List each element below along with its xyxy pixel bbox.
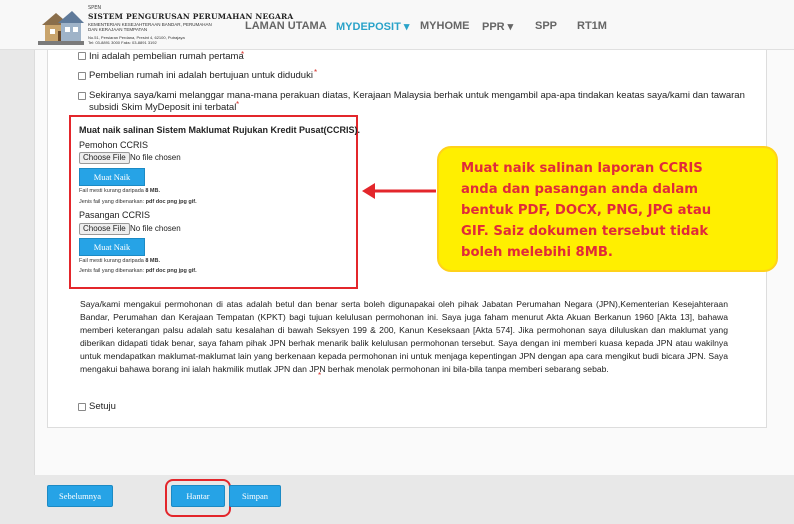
- type-note-value: pdf doc png jpg gif.: [145, 268, 197, 274]
- type-note-text: Jenis fail yang dibenarkan:: [79, 268, 145, 274]
- pemohon-upload-button[interactable]: Muat Naik: [79, 168, 145, 186]
- required-marker: *: [236, 100, 240, 109]
- pemohon-ccris-label: Pemohon CCRIS: [79, 140, 149, 150]
- left-arrow-icon: [358, 179, 436, 203]
- pasangan-size-note: Fail mesti kurang daripada 8 MB.: [79, 258, 160, 264]
- occupy-home-checkbox[interactable]: [78, 72, 86, 80]
- top-navbar: SPEN SISTEM PENGURUSAN PERUMAHAN NEGARA …: [0, 0, 794, 50]
- callout-line-5: boleh melebihi 8MB.: [461, 245, 613, 260]
- first-home-label: Ini adalah pembelian rumah pertama: [89, 51, 244, 62]
- type-note-text: Jenis fail yang dibenarkan:: [79, 199, 145, 205]
- occupy-home-label: Pembelian rumah ini adalah bertujuan unt…: [89, 70, 313, 81]
- violation-agreement-checkbox[interactable]: [78, 92, 86, 100]
- save-button[interactable]: Simpan: [229, 485, 281, 507]
- submit-button[interactable]: Hantar: [171, 485, 225, 507]
- type-note-value: pdf doc png jpg gif.: [145, 199, 197, 205]
- required-marker: *: [318, 371, 322, 380]
- nav-rt1m[interactable]: RT1M: [577, 20, 607, 32]
- pasangan-type-note: Jenis fail yang dibenarkan: pdf doc png …: [79, 268, 197, 274]
- violation-agreement-line1: Sekiranya saya/kami melanggar mana-mana …: [89, 90, 745, 101]
- nav-laman-utama[interactable]: LAMAN UTAMA: [245, 20, 327, 32]
- pemohon-choose-file-button[interactable]: Choose File: [79, 152, 130, 164]
- size-note-text: Fail mesti kurang daripada: [79, 258, 144, 264]
- pasangan-no-file-text: No file chosen: [130, 224, 181, 233]
- nav-mydeposit-dropdown[interactable]: MYDEPOSIT ▾: [336, 20, 409, 33]
- logo-subtitle-2: DAN KERAJAAN TEMPATAN: [88, 27, 148, 32]
- callout-line-3: bentuk PDF, DOCX, PNG, JPG atau: [461, 203, 712, 218]
- nav-spp[interactable]: SPP: [535, 20, 557, 32]
- spen-logo[interactable]: SPEN SISTEM PENGURUSAN PERUMAHAN NEGARA …: [38, 5, 293, 45]
- callout-line-2: anda dan pasangan anda dalam: [461, 182, 699, 197]
- nav-ppr-dropdown[interactable]: PPR ▾: [482, 20, 513, 33]
- previous-button[interactable]: Sebelumnya: [47, 485, 113, 507]
- agree-label: Setuju: [89, 401, 116, 412]
- pasangan-ccris-label: Pasangan CCRIS: [79, 210, 151, 220]
- pemohon-no-file-text: No file chosen: [130, 153, 181, 162]
- required-marker: *: [241, 50, 245, 59]
- first-home-checkbox[interactable]: [78, 52, 86, 60]
- logo-phone: Tel: 03-8891 3000 Faks: 03-8891 3192: [88, 40, 157, 45]
- upload-instruction-callout: Muat naik salinan laporan CCRIS anda dan…: [437, 146, 778, 272]
- size-note-value: 8 MB.: [145, 188, 161, 194]
- callout-line-1: Muat naik salinan laporan CCRIS: [461, 161, 703, 176]
- violation-agreement-line2: subsidi Skim MyDeposit ini terbatal: [89, 102, 237, 113]
- size-note-text: Fail mesti kurang daripada: [79, 188, 144, 194]
- required-marker: *: [314, 68, 318, 77]
- size-note-value: 8 MB.: [145, 258, 161, 264]
- pemohon-type-note: Jenis fail yang dibenarkan: pdf doc png …: [79, 199, 197, 205]
- logo-acronym: SPEN: [88, 5, 102, 11]
- nav-myhome[interactable]: MYHOME: [420, 20, 470, 32]
- ccris-upload-heading: Muat naik salinan Sistem Maklumat Rujuka…: [79, 125, 361, 135]
- pasangan-choose-file-button[interactable]: Choose File: [79, 223, 130, 235]
- pemohon-size-note: Fail mesti kurang daripada 8 MB.: [79, 188, 160, 194]
- house-logo-icon: [38, 11, 84, 45]
- agree-checkbox[interactable]: [78, 403, 86, 411]
- pasangan-upload-button[interactable]: Muat Naik: [79, 238, 145, 256]
- declaration-text: Saya/kami mengakui permohonan di atas ad…: [80, 299, 728, 374]
- callout-line-4: GIF. Saiz dokumen tersebut tidak: [461, 224, 709, 239]
